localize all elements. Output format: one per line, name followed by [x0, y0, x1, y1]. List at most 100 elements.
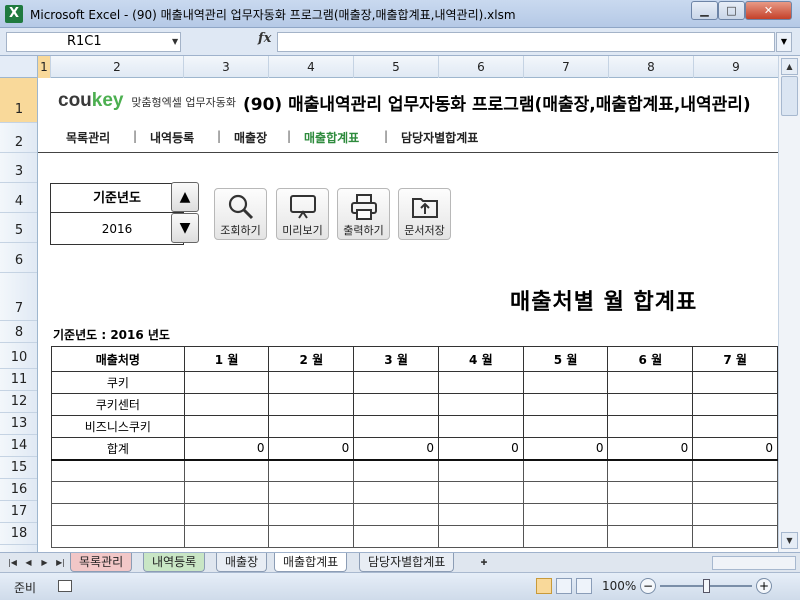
sheet-tab-entry-registration[interactable]: 내역등록 — [143, 553, 206, 572]
macro-record-icon[interactable] — [58, 580, 72, 592]
row-header[interactable]: 16 — [0, 479, 37, 501]
row-header[interactable]: 4 — [0, 183, 37, 213]
total-value-cell[interactable]: 0 — [437, 437, 524, 461]
total-value-cell[interactable]: 0 — [607, 437, 694, 461]
save-document-button[interactable]: 문서저장 — [398, 188, 451, 240]
year-down-button[interactable]: ▼ — [171, 213, 199, 243]
total-value-cell[interactable]: 0 — [183, 437, 270, 461]
next-sheet-icon[interactable]: ▶ — [38, 556, 51, 570]
insert-function-icon[interactable]: fx — [258, 31, 271, 46]
row-header[interactable]: 18 — [0, 523, 37, 545]
insert-sheet-icon[interactable]: ✚ — [476, 556, 492, 570]
value-cell[interactable] — [268, 415, 355, 438]
value-cell[interactable] — [353, 393, 439, 416]
row-header[interactable]: 2 — [0, 123, 37, 153]
row-header[interactable]: 10 — [0, 343, 37, 369]
maximize-button[interactable]: □ — [718, 1, 745, 20]
value-cell[interactable] — [692, 393, 778, 416]
value-cell[interactable] — [607, 393, 694, 416]
value-cell[interactable] — [522, 393, 609, 416]
total-value-cell[interactable]: 0 — [353, 437, 439, 461]
column-header[interactable]: 9 — [694, 56, 779, 78]
zoom-slider-thumb[interactable] — [703, 579, 710, 593]
row-header[interactable]: 14 — [0, 435, 37, 457]
scroll-up-icon[interactable]: ▲ — [781, 58, 798, 75]
scroll-down-icon[interactable]: ▼ — [781, 532, 798, 549]
nav-item-sales-summary[interactable]: 매출합계표 — [304, 129, 359, 146]
first-sheet-icon[interactable]: |◀ — [6, 556, 19, 570]
value-cell[interactable] — [437, 371, 524, 394]
row-header[interactable]: 3 — [0, 153, 37, 183]
horizontal-scrollbar[interactable] — [712, 556, 796, 570]
sheet-tab-list-management[interactable]: 목록관리 — [70, 553, 133, 572]
formula-input[interactable] — [277, 32, 775, 52]
search-button[interactable]: 조회하기 — [214, 188, 267, 240]
value-cell[interactable] — [268, 371, 355, 394]
total-label-cell[interactable]: 합계 — [51, 437, 185, 461]
row-header[interactable]: 5 — [0, 213, 37, 243]
vertical-scrollbar[interactable]: ▲ ▼ — [778, 56, 800, 552]
row-header[interactable]: 8 — [0, 321, 37, 343]
column-header[interactable]: 7 — [524, 56, 609, 78]
preview-button[interactable]: 미리보기 — [276, 188, 329, 240]
value-cell[interactable] — [353, 415, 439, 438]
excel-app-icon[interactable]: X — [5, 5, 23, 23]
total-value-cell[interactable]: 0 — [692, 437, 778, 461]
zoom-out-icon[interactable]: − — [640, 578, 656, 594]
column-header[interactable]: 6 — [439, 56, 524, 78]
sheet-tab-sales-ledger[interactable]: 매출장 — [216, 553, 268, 572]
row-header[interactable]: 17 — [0, 501, 37, 523]
value-cell[interactable] — [522, 371, 609, 394]
year-up-button[interactable]: ▲ — [171, 182, 199, 212]
total-value-cell[interactable]: 0 — [522, 437, 609, 461]
value-cell[interactable] — [183, 393, 270, 416]
column-header[interactable]: 4 — [269, 56, 354, 78]
column-header[interactable]: 3 — [184, 56, 269, 78]
customer-name-cell[interactable]: 쿠키 — [51, 371, 185, 394]
normal-view-icon[interactable] — [536, 578, 552, 594]
row-header[interactable]: 12 — [0, 391, 37, 413]
expand-formula-bar-icon[interactable]: ▼ — [776, 32, 792, 52]
select-all-corner[interactable] — [0, 56, 38, 78]
value-cell[interactable] — [437, 393, 524, 416]
worksheet[interactable]: coukey 맞춤형엑셀 업무자동화 (90) 매출내역관리 업무자동화 프로그… — [38, 78, 778, 552]
print-button[interactable]: 출력하기 — [337, 188, 390, 240]
sheet-tab-manager-summary[interactable]: 담당자별합계표 — [359, 553, 455, 572]
row-header[interactable]: 1 — [0, 78, 37, 123]
column-header[interactable]: 5 — [354, 56, 439, 78]
value-cell[interactable] — [268, 393, 355, 416]
value-cell[interactable] — [607, 371, 694, 394]
close-button[interactable]: ✕ — [745, 1, 792, 20]
nav-item-manager-summary[interactable]: 담당자별합계표 — [401, 129, 478, 146]
nav-item-list-management[interactable]: 목록관리 — [66, 129, 110, 146]
zoom-level[interactable]: 100% — [602, 579, 636, 593]
value-cell[interactable] — [522, 415, 609, 438]
scroll-thumb[interactable] — [781, 76, 798, 116]
total-value-cell[interactable]: 0 — [268, 437, 355, 461]
value-cell[interactable] — [692, 371, 778, 394]
row-header[interactable]: 7 — [0, 273, 37, 321]
sheet-tab-sales-summary[interactable]: 매출합계표 — [274, 553, 348, 572]
value-cell[interactable] — [183, 371, 270, 394]
value-cell[interactable] — [183, 415, 270, 438]
page-layout-view-icon[interactable] — [556, 578, 572, 594]
row-header[interactable]: 11 — [0, 369, 37, 391]
minimize-button[interactable]: ▁ — [691, 1, 718, 20]
column-header[interactable]: 1 — [38, 56, 51, 78]
zoom-in-icon[interactable]: + — [756, 578, 772, 594]
customer-name-cell[interactable]: 비즈니스쿠키 — [51, 415, 185, 438]
nav-item-sales-ledger[interactable]: 매출장 — [234, 129, 267, 146]
customer-name-cell[interactable]: 쿠키센터 — [51, 393, 185, 416]
chevron-down-icon[interactable]: ▼ — [172, 37, 178, 46]
row-header[interactable]: 13 — [0, 413, 37, 435]
page-break-view-icon[interactable] — [576, 578, 592, 594]
row-header[interactable]: 6 — [0, 243, 37, 273]
value-cell[interactable] — [353, 371, 439, 394]
nav-item-entry-registration[interactable]: 내역등록 — [150, 129, 194, 146]
column-header[interactable]: 2 — [51, 56, 184, 78]
value-cell[interactable] — [692, 415, 778, 438]
row-header[interactable]: 15 — [0, 457, 37, 479]
last-sheet-icon[interactable]: ▶| — [54, 556, 67, 570]
name-box[interactable]: R1C1 — [6, 32, 181, 52]
value-cell[interactable] — [607, 415, 694, 438]
